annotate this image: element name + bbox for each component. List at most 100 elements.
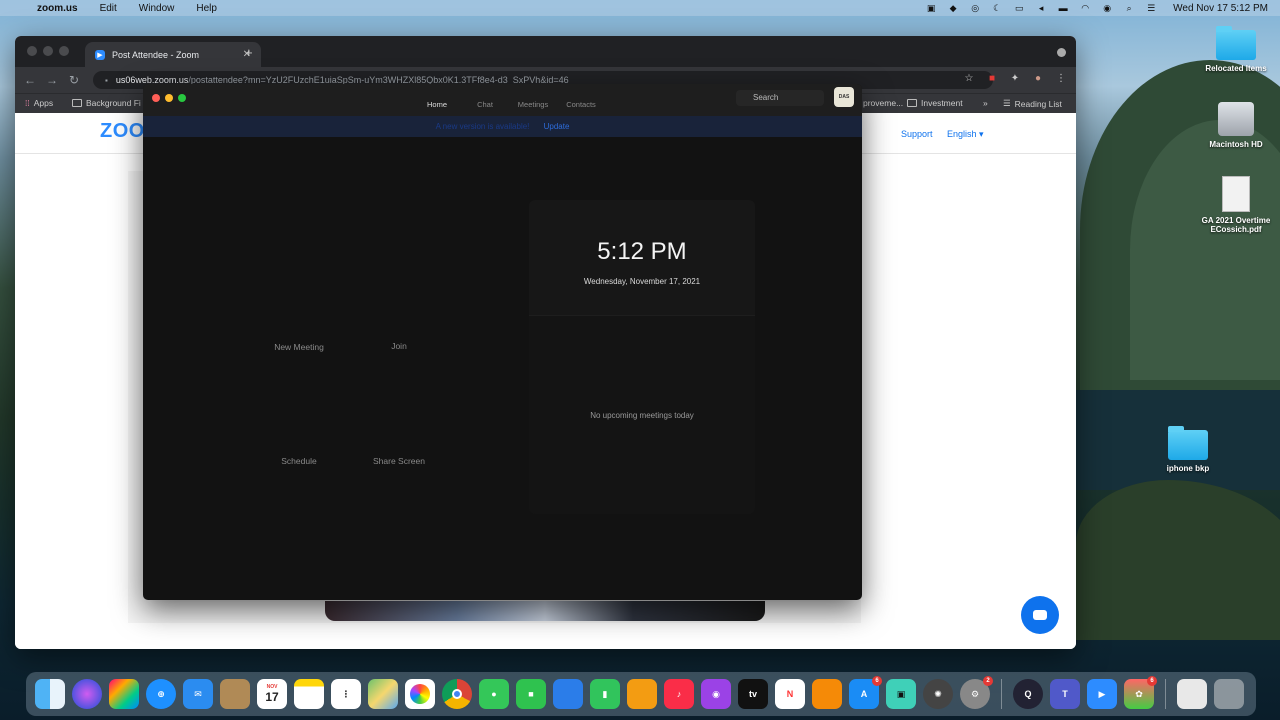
puzzle-icon[interactable]: ✦ <box>1008 71 1022 85</box>
wifi-icon[interactable]: ◠ <box>1079 3 1091 13</box>
profile-avatar-icon[interactable]: ● <box>1031 71 1045 85</box>
menu-help[interactable]: Help <box>196 3 217 14</box>
books-icon[interactable] <box>812 679 842 709</box>
davinci-icon[interactable]: ✺ <box>923 679 953 709</box>
bookmark-improvement[interactable]: proveme... <box>863 98 903 108</box>
chat-support-button[interactable] <box>1021 596 1059 634</box>
messages-icon[interactable]: ● <box>479 679 509 709</box>
screen-mirror-icon[interactable]: ▭ <box>1013 3 1025 13</box>
reload-icon[interactable]: ↻ <box>63 73 85 87</box>
language-select[interactable]: English ▾ <box>947 129 984 140</box>
folder-icon <box>907 99 917 107</box>
reading-list[interactable]: ☰ Reading List <box>1003 98 1062 109</box>
zoom-close-button[interactable] <box>152 94 160 102</box>
desktop-icon-label: Relocated Items <box>1205 64 1267 73</box>
menu-edit[interactable]: Edit <box>100 3 117 14</box>
share-screen-button[interactable]: Share Screen <box>349 456 449 466</box>
reminders-icon[interactable]: ⋮ <box>331 679 361 709</box>
moon-icon[interactable]: ☾ <box>991 3 1003 13</box>
contacts-icon[interactable] <box>220 679 250 709</box>
join-button[interactable]: Join <box>349 341 449 351</box>
zoom-logo[interactable]: ZOO <box>100 120 145 143</box>
creative-cloud-icon[interactable]: ◎ <box>969 3 981 13</box>
window-zoom-button[interactable] <box>59 46 69 56</box>
facetime-icon[interactable]: ■ <box>516 679 546 709</box>
avatar[interactable]: DAS <box>834 87 854 107</box>
tab-meetings[interactable]: Meetings <box>509 84 557 116</box>
control-center-icon[interactable]: ☰ <box>1145 3 1157 13</box>
finder-icon[interactable] <box>35 679 65 709</box>
forward-icon[interactable]: → <box>41 73 63 87</box>
star-icon[interactable]: ☆ <box>962 71 976 85</box>
zoom-icon[interactable]: ▶ <box>1087 679 1117 709</box>
maps-icon[interactable] <box>368 679 398 709</box>
kebab-menu-icon[interactable]: ⋮ <box>1054 71 1068 85</box>
schedule-button[interactable]: Schedule <box>249 456 349 466</box>
tab-chat[interactable]: Chat <box>461 84 509 116</box>
bookmark-apps[interactable]: ⁞⁞ Apps <box>25 98 53 108</box>
downloads-stack-icon[interactable] <box>1177 679 1207 709</box>
messages-app-icon[interactable]: ✿ 6 <box>1124 676 1157 709</box>
zoom-app-header: Home Chat Meetings Contacts Search DAS <box>143 84 862 116</box>
window-minimize-button[interactable] <box>43 46 53 56</box>
back-icon[interactable]: ← <box>19 73 41 87</box>
news-icon[interactable]: N <box>775 679 805 709</box>
calendar-icon[interactable]: NOV 17 <box>257 679 287 709</box>
new-tab-icon[interactable]: + <box>245 45 253 60</box>
chrome-icon[interactable] <box>442 679 472 709</box>
zoom-search-input[interactable]: Search <box>736 90 824 106</box>
trash-icon[interactable] <box>1214 679 1244 709</box>
desktop-icon-macintosh-hd[interactable]: Macintosh HD <box>1191 102 1280 149</box>
battery-icon[interactable]: ▬ <box>1057 3 1069 13</box>
photos-icon[interactable] <box>405 679 435 709</box>
desktop-icon-pdf[interactable]: GA 2021 Overtime ECossich.pdf <box>1191 176 1280 234</box>
dock: ⊕ ✉ NOV 17 ⋮ ● ■ ▮ ♪ ◉ tv N A6 ▣ ✺ ⚙ 2 Q … <box>26 672 1256 716</box>
siri-icon[interactable] <box>72 679 102 709</box>
menu-clock[interactable]: Wed Nov 17 5:12 PM <box>1173 3 1268 14</box>
zoom-minimize-button[interactable] <box>165 94 173 102</box>
user-icon[interactable]: ◉ <box>1101 3 1113 13</box>
bookmark-background[interactable]: Background Fi <box>72 98 141 108</box>
folder-icon <box>72 99 82 107</box>
podcasts-icon[interactable]: ◉ <box>701 679 731 709</box>
update-link[interactable]: Update <box>544 122 570 131</box>
mail-icon[interactable]: ✉ <box>183 679 213 709</box>
tab-home[interactable]: Home <box>413 84 461 116</box>
system-preferences-icon[interactable]: ⚙ 2 <box>960 676 993 709</box>
notes-icon[interactable] <box>294 679 324 709</box>
zoom-maximize-button[interactable] <box>178 94 186 102</box>
pdf-file-icon <box>1222 176 1250 212</box>
bookmark-background-label: Background Fi <box>86 98 141 108</box>
desktop-icon-iphone-bkp[interactable]: iphone bkp <box>1143 426 1233 473</box>
numbers-icon[interactable]: ▮ <box>590 679 620 709</box>
classroom-icon[interactable]: ▣ <box>886 679 916 709</box>
support-link[interactable]: Support <box>901 129 933 139</box>
bookmark-investment[interactable]: Investment <box>907 98 963 108</box>
bookmarks-overflow[interactable]: » <box>983 98 988 108</box>
menu-app-name[interactable]: zoom.us <box>37 3 78 14</box>
pages-icon[interactable] <box>627 679 657 709</box>
app-store-icon[interactable]: A6 <box>849 676 882 709</box>
browser-menu-icon[interactable] <box>1057 48 1066 57</box>
desktop-icon-label: GA 2021 Overtime ECossich.pdf <box>1201 216 1271 234</box>
launchpad-icon[interactable] <box>109 679 139 709</box>
zoom-status-icon[interactable]: ▣ <box>925 3 937 13</box>
music-icon[interactable]: ♪ <box>664 679 694 709</box>
new-meeting-button[interactable]: New Meeting <box>249 342 349 352</box>
desktop-icon-relocated-items[interactable]: Relocated Items <box>1191 26 1280 73</box>
upcoming-meetings-panel: No upcoming meetings today <box>529 315 755 514</box>
search-icon[interactable]: ⌕ <box>1123 3 1135 13</box>
safari-icon[interactable]: ⊕ <box>146 679 176 709</box>
window-close-button[interactable] <box>27 46 37 56</box>
quicktime-icon[interactable]: Q <box>1013 679 1043 709</box>
tab-contacts[interactable]: Contacts <box>557 84 605 116</box>
dropbox-icon[interactable]: ◆ <box>947 3 959 13</box>
browser-tab[interactable]: ▶ Post Attendee - Zoom ✕ <box>85 42 261 67</box>
teams-icon[interactable]: T <box>1050 679 1080 709</box>
tv-icon[interactable]: tv <box>738 679 768 709</box>
extension-icon[interactable]: ■ <box>985 71 999 85</box>
keynote-icon[interactable] <box>553 679 583 709</box>
volume-icon[interactable]: ◂ <box>1035 3 1047 13</box>
menu-window[interactable]: Window <box>139 3 175 14</box>
no-meetings-text: No upcoming meetings today <box>590 411 694 420</box>
